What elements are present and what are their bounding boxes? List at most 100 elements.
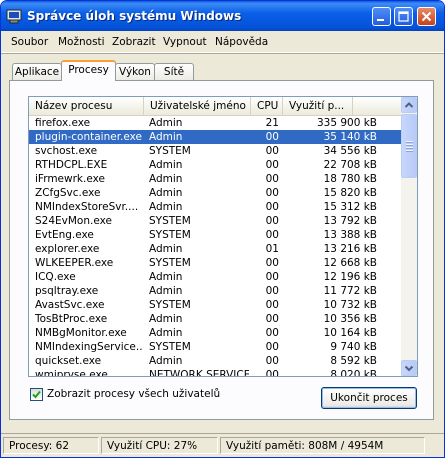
task-manager-window: Správce úloh systému Windows Soubor Možn… <box>0 0 445 458</box>
status-processes: Procesy: 62 <box>3 437 99 454</box>
menu-moznosti[interactable]: Možnosti <box>58 36 105 48</box>
process-name: NMBgMonitor.exe <box>35 327 127 339</box>
process-memory: 9 740 kB <box>330 341 377 353</box>
minimize-icon <box>377 19 384 21</box>
table-row[interactable]: ZCfgSvc.exe Admin 00 15 820 kB <box>29 186 401 200</box>
process-cpu: 00 <box>265 327 279 339</box>
table-row[interactable]: EvtEng.exe SYSTEM 00 13 388 kB <box>29 228 401 242</box>
process-cpu: 00 <box>265 285 279 297</box>
process-memory: 11 772 kB <box>323 285 377 297</box>
maximize-icon <box>398 11 409 22</box>
scroll-up-button[interactable] <box>401 97 417 113</box>
show-all-users-checkbox[interactable] <box>30 388 43 401</box>
process-name: plugin-container.exe <box>35 131 143 143</box>
table-row[interactable]: plugin-container.exe Admin 00 35 140 kB <box>29 130 401 144</box>
process-memory: 22 708 kB <box>323 159 377 171</box>
process-memory: 35 140 kB <box>323 131 377 143</box>
close-button[interactable] <box>417 7 436 26</box>
process-memory: 10 356 kB <box>323 313 377 325</box>
process-user: NETWORK SERVICE <box>149 369 249 377</box>
tab-aplikace[interactable]: Aplikace <box>12 63 62 80</box>
process-memory: 12 196 kB <box>323 271 377 283</box>
process-user: SYSTEM <box>149 229 191 241</box>
table-row[interactable]: explorer.exe Admin 01 13 216 kB <box>29 242 401 256</box>
process-name: ZCfgSvc.exe <box>35 187 101 199</box>
process-cpu: 21 <box>265 117 279 129</box>
process-list[interactable]: Název procesu Uživatelské jméno CPU Využ… <box>28 96 418 377</box>
column-header-user[interactable]: Uživatelské jméno <box>144 97 251 115</box>
process-cpu: 00 <box>265 215 279 227</box>
table-row[interactable]: svchost.exe SYSTEM 00 34 556 kB <box>29 144 401 158</box>
column-header-name[interactable]: Název procesu <box>29 97 144 115</box>
tab-site[interactable]: Sítě <box>154 63 194 80</box>
process-cpu: 00 <box>265 145 279 157</box>
process-name: quickset.exe <box>35 355 102 367</box>
column-header-cpu[interactable]: CPU <box>251 97 283 115</box>
end-process-button[interactable]: Ukončit proces <box>321 387 417 409</box>
list-header: Název procesu Uživatelské jméno CPU Využ… <box>29 97 401 116</box>
menu-zobrazit[interactable]: Zobrazit <box>112 36 156 48</box>
scroll-down-button[interactable] <box>401 360 417 376</box>
process-memory: 12 668 kB <box>323 257 377 269</box>
process-memory: 34 556 kB <box>323 145 377 157</box>
process-rows: firefox.exe Admin 21 335 900 kB plugin-conta… <box>29 116 401 377</box>
process-user: Admin <box>149 173 183 185</box>
process-cpu: 00 <box>265 299 279 311</box>
table-row[interactable]: AvastSvc.exe SYSTEM 00 10 732 kB <box>29 298 401 312</box>
table-row[interactable]: iFrmewrk.exe Admin 00 18 780 kB <box>29 172 401 186</box>
table-row[interactable]: S24EvMon.exe SYSTEM 00 13 792 kB <box>29 214 401 228</box>
vertical-scrollbar[interactable] <box>401 97 417 376</box>
process-user: Admin <box>149 201 183 213</box>
process-name: TosBtProc.exe <box>35 313 108 325</box>
process-memory: 13 792 kB <box>323 215 377 227</box>
menu-vypnout[interactable]: Vypnout <box>163 36 207 48</box>
table-row[interactable]: WLKEEPER.exe SYSTEM 00 12 668 kB <box>29 256 401 270</box>
process-cpu: 01 <box>265 243 279 255</box>
column-header-spacer <box>353 97 401 115</box>
maximize-button[interactable] <box>394 7 413 26</box>
table-row[interactable]: RTHDCPL.EXE Admin 00 22 708 kB <box>29 158 401 172</box>
table-row[interactable]: quickset.exe Admin 00 8 592 kB <box>29 354 401 368</box>
process-name: wmiprvse.exe <box>35 369 108 377</box>
table-row[interactable]: NMBgMonitor.exe Admin 00 10 164 kB <box>29 326 401 340</box>
status-cpu: Využití CPU: 27% <box>101 437 218 454</box>
task-manager-icon <box>6 9 22 24</box>
table-row[interactable]: ICQ.exe Admin 00 12 196 kB <box>29 270 401 284</box>
checkmark-icon <box>32 390 41 399</box>
chevron-up-icon <box>404 102 414 108</box>
scroll-thumb[interactable] <box>401 114 417 178</box>
process-user: Admin <box>149 285 183 297</box>
table-row[interactable]: NMIndexStoreSvr.... Admin 00 15 312 kB <box>29 200 401 214</box>
process-memory: 13 388 kB <box>323 229 377 241</box>
process-cpu: 00 <box>265 159 279 171</box>
tab-procesy[interactable]: Procesy <box>61 60 116 81</box>
title-bar[interactable]: Správce úloh systému Windows <box>1 1 444 31</box>
table-row[interactable]: firefox.exe Admin 21 335 900 kB <box>29 116 401 130</box>
menu-napoveda[interactable]: Nápověda <box>215 36 268 48</box>
process-memory: 8 592 kB <box>330 355 377 367</box>
process-name: S24EvMon.exe <box>35 215 112 227</box>
process-memory: 15 312 kB <box>323 201 377 213</box>
show-all-users-label: Zobrazit procesy všech uživatelů <box>47 388 221 400</box>
process-cpu: 00 <box>265 271 279 283</box>
process-user: Admin <box>149 117 183 129</box>
process-memory: 335 900 kB <box>316 117 377 129</box>
close-icon <box>421 11 432 22</box>
column-header-memory[interactable]: Využití p... <box>283 97 353 115</box>
process-cpu: 00 <box>265 341 279 353</box>
process-cpu: 00 <box>265 229 279 241</box>
process-user: Admin <box>149 271 183 283</box>
process-name: NMIndexStoreSvr.... <box>35 201 139 213</box>
table-row[interactable]: NMIndexingService.... SYSTEM 00 9 740 kB <box>29 340 401 354</box>
menu-soubor[interactable]: Soubor <box>11 36 48 48</box>
process-name: svchost.exe <box>35 145 98 157</box>
process-name: RTHDCPL.EXE <box>35 159 108 171</box>
tab-vykon[interactable]: Výkon <box>115 63 155 80</box>
process-memory: 10 164 kB <box>323 327 377 339</box>
table-row[interactable]: wmiprvse.exe NETWORK SERVICE 00 8 020 kB <box>29 368 401 377</box>
chevron-down-icon <box>404 365 414 372</box>
process-name: WLKEEPER.exe <box>35 257 114 269</box>
table-row[interactable]: psqltray.exe Admin 00 11 772 kB <box>29 284 401 298</box>
table-row[interactable]: TosBtProc.exe Admin 00 10 356 kB <box>29 312 401 326</box>
minimize-button[interactable] <box>372 7 391 26</box>
